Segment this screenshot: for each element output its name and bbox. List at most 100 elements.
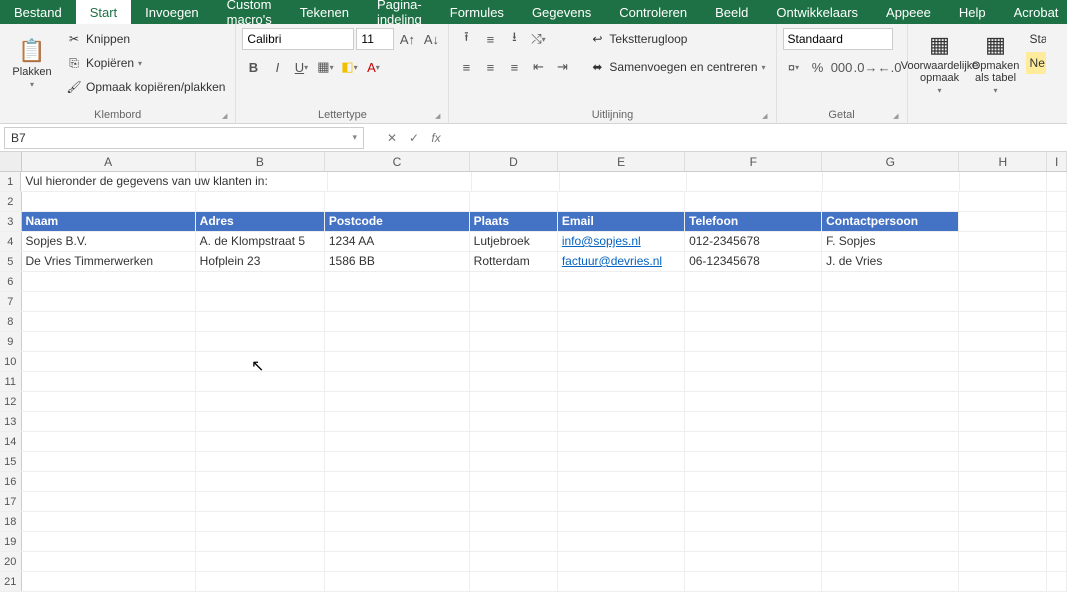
cell[interactable]: Naam: [22, 212, 196, 231]
cell[interactable]: [22, 552, 196, 571]
cell[interactable]: [1047, 432, 1067, 451]
cell[interactable]: [959, 392, 1047, 411]
chevron-down-icon[interactable]: ▾: [352, 132, 357, 143]
cell[interactable]: [822, 572, 959, 591]
cell[interactable]: [325, 272, 470, 291]
cell[interactable]: [822, 472, 959, 491]
row-header-20[interactable]: 20: [0, 552, 22, 571]
cell[interactable]: [685, 552, 822, 571]
col-header-a[interactable]: A: [22, 152, 196, 171]
cell[interactable]: [558, 272, 685, 291]
cell[interactable]: [470, 532, 558, 551]
cell[interactable]: [959, 192, 1047, 211]
col-header-g[interactable]: G: [822, 152, 959, 171]
cell[interactable]: J. de Vries: [822, 252, 959, 271]
border-button[interactable]: ▦: [314, 56, 336, 78]
cell[interactable]: [1047, 272, 1067, 291]
row-header-19[interactable]: 19: [0, 532, 22, 551]
row-header-15[interactable]: 15: [0, 452, 22, 471]
cell[interactable]: [822, 312, 959, 331]
merge-center-button[interactable]: ⬌ Samenvoegen en centreren: [585, 56, 769, 78]
cell[interactable]: [959, 372, 1047, 391]
cell[interactable]: [822, 412, 959, 431]
cell[interactable]: Email: [558, 212, 685, 231]
cell[interactable]: Adres: [196, 212, 325, 231]
tab-layout[interactable]: Pagina-indeling: [363, 0, 436, 24]
cell[interactable]: [196, 372, 325, 391]
tab-insert[interactable]: Invoegen: [131, 0, 213, 24]
cell[interactable]: [959, 272, 1047, 291]
col-header-c[interactable]: C: [325, 152, 470, 171]
cell[interactable]: [558, 192, 685, 211]
cell[interactable]: [472, 172, 560, 191]
cell[interactable]: [558, 572, 685, 591]
percent-button[interactable]: %: [807, 56, 829, 78]
tab-appeee[interactable]: Appeee: [872, 0, 945, 24]
cell[interactable]: Vul hieronder de gegevens van uw klanten…: [21, 172, 199, 191]
name-box[interactable]: B7 ▾: [4, 127, 364, 149]
row-header-17[interactable]: 17: [0, 492, 22, 511]
currency-button[interactable]: ¤: [783, 56, 805, 78]
tab-formulas[interactable]: Formules: [436, 0, 518, 24]
col-header-d[interactable]: D: [470, 152, 558, 171]
cell[interactable]: [22, 332, 196, 351]
cell[interactable]: [558, 352, 685, 371]
cell[interactable]: Sopjes B.V.: [22, 232, 196, 251]
cell[interactable]: Contactpersoon: [822, 212, 959, 231]
cell[interactable]: [470, 292, 558, 311]
conditional-formatting-button[interactable]: ▦ Voorwaardelijke opmaak: [914, 28, 966, 98]
cell[interactable]: [1047, 512, 1067, 531]
cell[interactable]: [196, 412, 325, 431]
cell[interactable]: [558, 492, 685, 511]
number-format-select[interactable]: [783, 28, 893, 50]
align-middle-button[interactable]: ≡: [479, 28, 501, 50]
font-name-select[interactable]: [242, 28, 354, 50]
cell[interactable]: [558, 312, 685, 331]
cell[interactable]: [22, 512, 196, 531]
cell[interactable]: [959, 232, 1047, 251]
cell[interactable]: [470, 432, 558, 451]
cell[interactable]: 1234 AA: [325, 232, 470, 251]
cell[interactable]: [22, 452, 196, 471]
cell[interactable]: [1047, 492, 1067, 511]
cell[interactable]: [196, 272, 325, 291]
cell[interactable]: [1047, 352, 1067, 371]
cell[interactable]: [470, 492, 558, 511]
cell[interactable]: [325, 372, 470, 391]
align-left-button[interactable]: ≡: [455, 56, 477, 78]
cell[interactable]: [325, 472, 470, 491]
col-header-f[interactable]: F: [685, 152, 822, 171]
row-header-11[interactable]: 11: [0, 372, 22, 391]
bold-button[interactable]: B: [242, 56, 264, 78]
cell[interactable]: [196, 452, 325, 471]
cell[interactable]: Postcode: [325, 212, 470, 231]
cell[interactable]: [22, 532, 196, 551]
cell[interactable]: [1047, 252, 1067, 271]
col-header-i[interactable]: I: [1047, 152, 1067, 171]
cell[interactable]: [822, 392, 959, 411]
cell[interactable]: [22, 272, 196, 291]
cell[interactable]: [959, 512, 1047, 531]
cell[interactable]: [470, 352, 558, 371]
font-size-select[interactable]: [356, 28, 394, 50]
cell[interactable]: [1047, 572, 1067, 591]
cell[interactable]: [470, 412, 558, 431]
fx-icon[interactable]: fx: [426, 131, 446, 145]
cell[interactable]: [1047, 192, 1067, 211]
cell[interactable]: [325, 352, 470, 371]
cell[interactable]: [822, 432, 959, 451]
row-header-13[interactable]: 13: [0, 412, 22, 431]
cell[interactable]: [687, 172, 823, 191]
cell[interactable]: [196, 352, 325, 371]
cell[interactable]: [1047, 452, 1067, 471]
cell[interactable]: [685, 572, 822, 591]
cell[interactable]: [325, 572, 470, 591]
cell[interactable]: [22, 352, 196, 371]
cell[interactable]: [470, 552, 558, 571]
cell[interactable]: Plaats: [470, 212, 558, 231]
cell[interactable]: De Vries Timmerwerken: [22, 252, 196, 271]
align-center-button[interactable]: ≡: [479, 56, 501, 78]
cell[interactable]: [22, 412, 196, 431]
row-header-18[interactable]: 18: [0, 512, 22, 531]
cell[interactable]: [685, 312, 822, 331]
